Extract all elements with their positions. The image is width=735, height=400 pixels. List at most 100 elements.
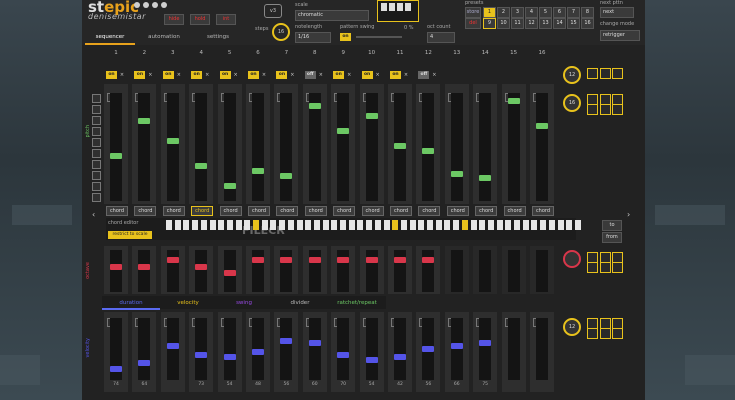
chord-key[interactable] [479, 220, 486, 230]
chevron-right-icon[interactable]: › [627, 210, 630, 219]
side-arrow-button[interactable] [612, 68, 623, 79]
octave-slider[interactable] [479, 250, 492, 292]
side-control[interactable] [92, 138, 101, 147]
chord-key[interactable] [522, 220, 529, 230]
pitch-knob[interactable] [138, 118, 151, 124]
swing-toggle[interactable]: on [340, 33, 351, 41]
chord-key[interactable] [470, 220, 477, 230]
hide-button[interactable]: hide [164, 14, 184, 25]
velocity-slider[interactable] [195, 318, 208, 380]
chord-button[interactable]: chord [248, 206, 270, 216]
chord-key[interactable] [287, 220, 294, 230]
chord-key[interactable] [514, 220, 520, 230]
chord-button[interactable]: chord [304, 206, 327, 216]
octave-knob[interactable] [110, 264, 122, 270]
step-mute-icon[interactable]: × [403, 71, 409, 79]
velocity-knob[interactable] [450, 343, 463, 349]
chord-button[interactable]: chord [162, 206, 185, 216]
side-control[interactable] [92, 127, 101, 136]
pitch-knob[interactable] [450, 171, 463, 177]
side-arrow-button[interactable] [612, 328, 623, 339]
to-button[interactable]: to [602, 220, 622, 231]
pitch-knob[interactable] [308, 103, 321, 109]
from-button[interactable]: from [602, 232, 622, 243]
chord-key[interactable] [226, 220, 233, 230]
step-toggle[interactable]: off [418, 71, 430, 79]
chord-key[interactable] [270, 220, 277, 230]
chord-key[interactable] [253, 220, 259, 230]
velocity-knob[interactable] [280, 338, 293, 344]
velocity-knob[interactable] [337, 352, 350, 358]
chord-key[interactable] [400, 220, 407, 230]
step-mute-icon[interactable]: × [147, 71, 153, 79]
dial-velocity[interactable]: 12 [563, 318, 581, 336]
pitch-knob[interactable] [365, 113, 378, 119]
chevron-left-icon[interactable]: ‹ [92, 210, 95, 219]
step-mute-icon[interactable]: × [375, 71, 381, 79]
velocity-knob[interactable] [394, 354, 406, 360]
step-toggle[interactable]: on [219, 71, 231, 79]
pitch-slider[interactable] [195, 93, 208, 201]
side-arrow-button[interactable] [587, 68, 598, 79]
chord-key[interactable] [453, 220, 460, 230]
pitch-slider[interactable] [394, 93, 406, 201]
chord-button[interactable]: chord [418, 206, 441, 216]
pitch-slider[interactable] [365, 93, 378, 201]
octave-knob[interactable] [195, 264, 208, 270]
velocity-slider[interactable] [450, 318, 463, 380]
octave-slider[interactable] [223, 250, 236, 292]
step-mute-icon[interactable]: × [261, 71, 267, 79]
chord-key[interactable] [487, 220, 494, 230]
pitch-slider[interactable] [308, 93, 321, 201]
pitch-slider[interactable] [450, 93, 463, 201]
dial-pitch[interactable]: 16 [563, 94, 581, 112]
tab-divider[interactable]: divider [272, 298, 328, 308]
pitch-slider[interactable] [536, 93, 548, 201]
step-toggle[interactable]: on [191, 71, 203, 79]
octave-slider[interactable] [536, 250, 548, 292]
pitch-slider[interactable] [479, 93, 492, 201]
preset-button[interactable]: 11 [511, 18, 524, 29]
step-mute-icon[interactable]: × [289, 71, 295, 79]
velocity-knob[interactable] [166, 343, 179, 349]
chord-key[interactable] [279, 220, 286, 230]
step-mute-icon[interactable]: × [204, 71, 210, 79]
step-toggle[interactable]: on [276, 71, 288, 79]
chord-key[interactable] [566, 220, 573, 230]
octave-knob[interactable] [166, 257, 179, 263]
step-toggle[interactable]: on [248, 71, 259, 79]
velocity-slider[interactable] [252, 318, 264, 380]
octave-slider[interactable] [450, 250, 463, 292]
chord-button[interactable]: chord [219, 206, 242, 216]
octave-slider[interactable] [280, 250, 293, 292]
pattern-grid-icon[interactable] [377, 0, 419, 22]
step-mute-icon[interactable]: × [119, 71, 125, 79]
chord-key[interactable] [200, 220, 207, 230]
preset-button[interactable]: 5 [539, 7, 552, 18]
octave-slider[interactable] [337, 250, 350, 292]
step-mute-icon[interactable]: × [176, 71, 182, 79]
velocity-slider[interactable] [166, 318, 179, 380]
velocity-knob[interactable] [422, 346, 435, 352]
chord-key[interactable] [409, 220, 416, 230]
velocity-slider[interactable] [138, 318, 151, 380]
chord-key[interactable] [192, 220, 199, 230]
side-arrow-button[interactable] [587, 262, 598, 273]
chord-key[interactable] [496, 220, 503, 230]
pitch-slider[interactable] [138, 93, 151, 201]
info-icon[interactable] [134, 2, 140, 8]
step-mute-icon[interactable]: × [431, 71, 437, 79]
velocity-knob[interactable] [110, 366, 122, 372]
pitch-slider[interactable] [422, 93, 435, 201]
preset-button[interactable]: 15 [567, 18, 580, 29]
side-control[interactable] [92, 105, 101, 114]
pitch-slider[interactable] [337, 93, 350, 201]
side-arrow-button[interactable] [612, 262, 623, 273]
step-toggle[interactable]: on [106, 71, 117, 79]
octave-slider[interactable] [365, 250, 378, 292]
chord-key[interactable] [174, 220, 181, 230]
pitch-slider[interactable] [166, 93, 179, 201]
pitch-knob[interactable] [536, 123, 548, 129]
pitch-knob[interactable] [252, 168, 264, 174]
pitch-knob[interactable] [223, 183, 236, 189]
